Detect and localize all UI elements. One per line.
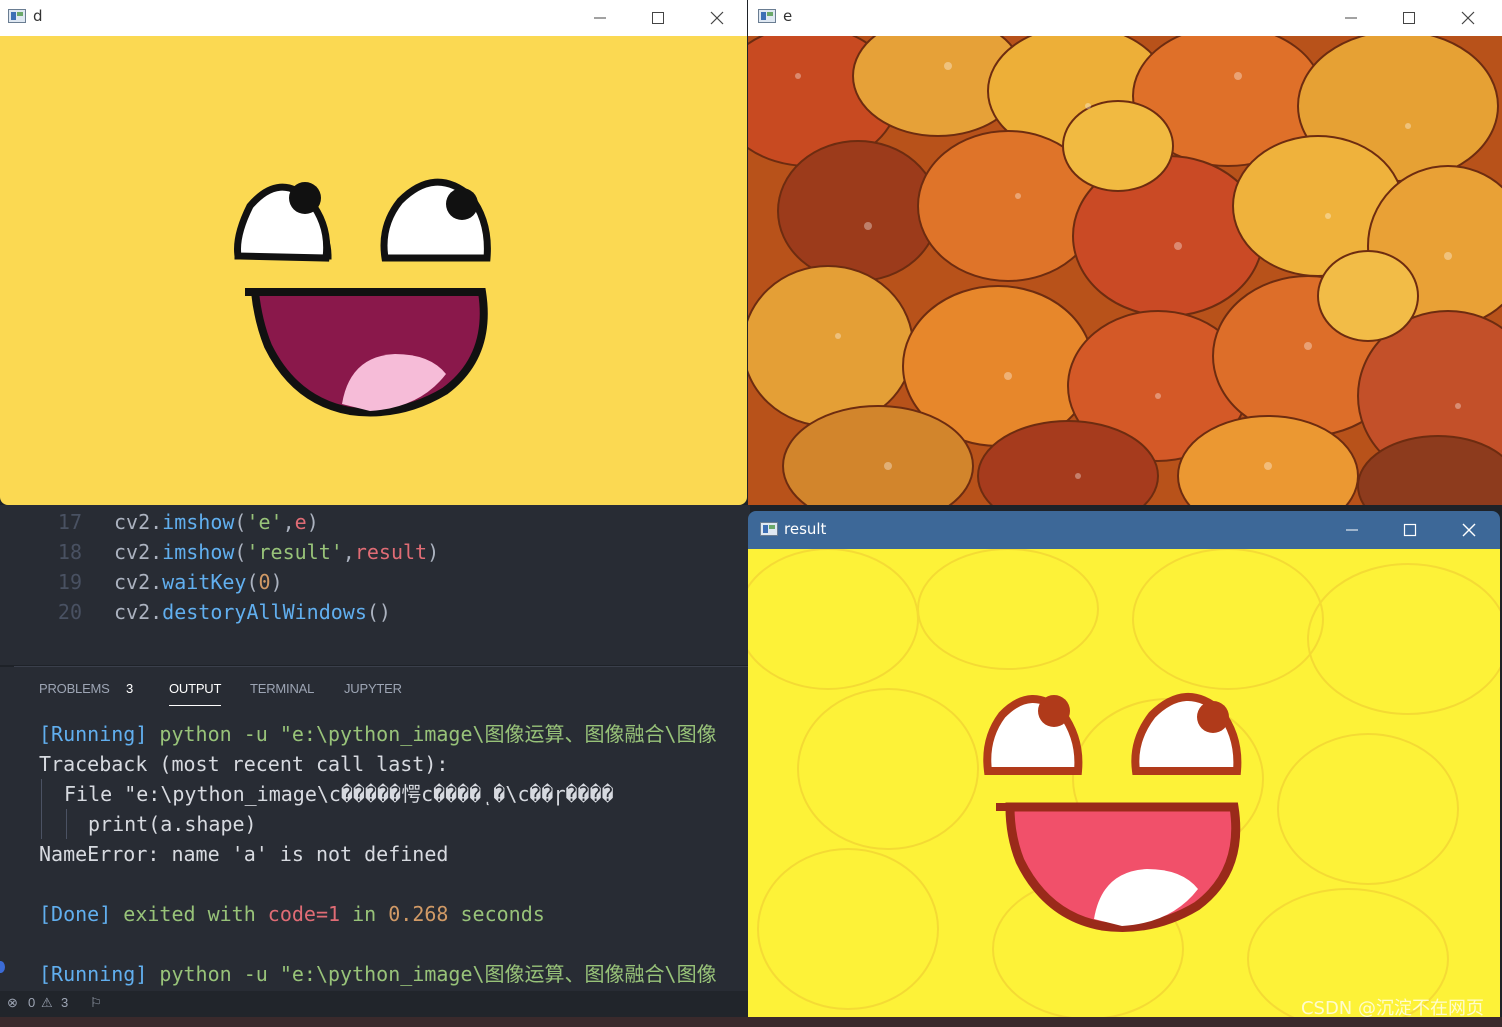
minimize-button[interactable] — [588, 6, 612, 30]
window-titlebar[interactable]: e — [748, 0, 1502, 36]
code-token: ) — [306, 510, 319, 534]
code-token: 'result' — [246, 540, 343, 564]
output-line-file: File "e:\python_image\c�����愕c����ͺ�\c��… — [64, 782, 614, 806]
error-icon[interactable]: ⊗ — [7, 995, 18, 1011]
code-token: , — [282, 510, 295, 534]
output-line-print: print(a.shape) — [88, 812, 257, 836]
code-token: ) — [270, 570, 283, 594]
tab-output[interactable]: OUTPUT — [169, 681, 222, 706]
code-token: waitKey — [162, 570, 247, 594]
indent-guide — [41, 779, 42, 839]
code-line-17[interactable]: 17 cv2.imshow('e',e) — [0, 507, 319, 537]
tab-terminal[interactable]: TERMINAL — [250, 681, 314, 696]
code-token: ( — [234, 510, 247, 534]
line-number: 17 — [57, 510, 82, 534]
code-token: 0 — [258, 570, 271, 594]
code-token: imshow — [162, 510, 235, 534]
image-autumn-leaves — [748, 15, 1502, 505]
image-smiley-face — [0, 36, 747, 505]
watermark: CSDN @沉淀不在网页 — [1300, 998, 1484, 1017]
warning-icon[interactable]: ⚠ — [41, 995, 53, 1011]
close-button[interactable] — [705, 6, 729, 30]
window-title: e — [783, 7, 793, 25]
output-line-running-2: [Running] python -u "e:\python_image\图像运… — [39, 962, 717, 986]
close-button[interactable] — [1457, 518, 1481, 542]
code-token: ) — [427, 540, 440, 564]
app-icon — [758, 9, 776, 23]
code-token: cv2. — [114, 510, 163, 534]
window-d[interactable]: d — [0, 0, 747, 505]
image-blended-result: CSDN @沉淀不在网页 — [748, 548, 1500, 1017]
output-line-error: NameError: name 'a' is not defined — [39, 842, 449, 866]
code-line-19[interactable]: 19 cv2.waitKey(0) — [0, 567, 283, 597]
output-panel: PROBLEMS 3 OUTPUT TERMINAL JUPYTER [Runn… — [0, 667, 750, 991]
line-number: 19 — [57, 570, 82, 594]
indent-guide — [66, 809, 67, 839]
output-line-traceback: Traceback (most recent call last): — [39, 752, 449, 776]
window-title: d — [33, 7, 43, 25]
code-line-18[interactable]: 18 cv2.imshow('result',result) — [0, 537, 439, 567]
warning-count[interactable]: 3 — [61, 995, 68, 1010]
window-titlebar[interactable]: d — [0, 0, 747, 36]
code-token: destoryAllWindows — [162, 600, 367, 624]
line-number: 20 — [57, 600, 82, 624]
tab-jupyter[interactable]: JUPYTER — [344, 681, 402, 696]
maximize-button[interactable] — [646, 6, 670, 30]
code-token: , — [342, 540, 355, 564]
minimize-button[interactable] — [1340, 518, 1364, 542]
close-button[interactable] — [1456, 6, 1480, 30]
code-token: ( — [246, 570, 259, 594]
app-icon — [8, 9, 26, 23]
code-line-20[interactable]: 20 cv2.destoryAllWindows() — [0, 597, 391, 627]
window-titlebar[interactable]: result — [748, 511, 1500, 549]
window-e[interactable]: e — [748, 0, 1502, 505]
window-title: result — [784, 520, 827, 538]
output-line-running: [Running] python -u "e:\python_image\图像运… — [39, 722, 717, 746]
code-token: result — [354, 540, 428, 564]
taskbar-strip — [0, 1017, 1502, 1027]
tab-problems[interactable]: PROBLEMS — [39, 681, 110, 696]
code-token: cv2. — [114, 600, 163, 624]
window-result[interactable]: result CSDN @沉淀不在网页 — [748, 511, 1500, 1017]
maximize-button[interactable] — [1397, 6, 1421, 30]
maximize-button[interactable] — [1398, 518, 1422, 542]
code-token: 'e' — [246, 510, 283, 534]
panel-tabs: PROBLEMS 3 OUTPUT TERMINAL JUPYTER — [0, 667, 750, 713]
remote-run-icon[interactable]: ⚐ — [90, 995, 102, 1011]
output-line-done: [Done] exited with code=1 in 0.268 secon… — [39, 902, 545, 926]
code-editor[interactable]: 17 cv2.imshow('e',e) 18 cv2.imshow('result… — [0, 505, 750, 665]
problems-count-badge: 3 — [126, 681, 134, 696]
code-token: () — [366, 600, 391, 624]
minimize-button[interactable] — [1339, 6, 1363, 30]
app-icon — [760, 522, 778, 536]
code-token: cv2. — [114, 570, 163, 594]
line-number: 18 — [57, 540, 82, 564]
code-token: e — [294, 510, 307, 534]
code-token: ( — [234, 540, 247, 564]
code-token: cv2. — [114, 540, 163, 564]
status-bar: ⊗ 0 ⚠ 3 ⚐ — [0, 991, 750, 1017]
code-token: imshow — [162, 540, 235, 564]
error-count[interactable]: 0 — [28, 995, 35, 1010]
